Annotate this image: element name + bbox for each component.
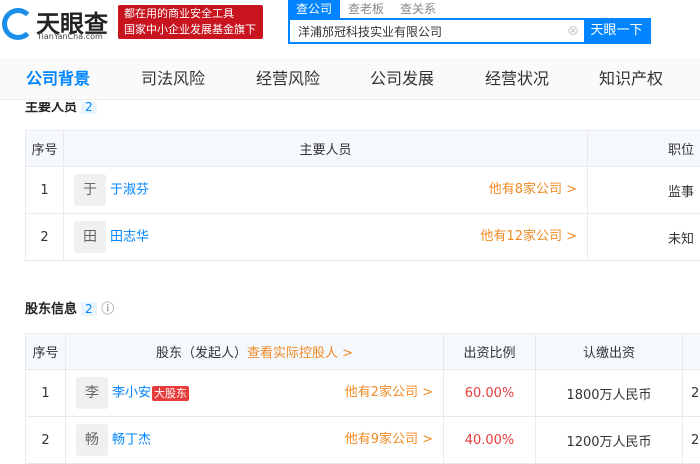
role: 未知 [588, 214, 700, 261]
row-no: 2 [26, 214, 64, 261]
actual-controller-link[interactable]: 查看实际控股人 > [247, 346, 353, 361]
col-shareholder: 股东（发起人） [156, 346, 247, 361]
more-companies-link[interactable]: 他有2家公司 > [345, 377, 433, 409]
col-no: 序号 [26, 334, 66, 370]
col-role: 职位 [588, 131, 700, 167]
table-row: 1李李小安大股东 他有2家公司 > 60.00%1800万人民币2 [26, 370, 700, 417]
ratio: 40.00% [444, 417, 536, 464]
role: 监事 [588, 167, 700, 214]
help-icon[interactable]: ⓘ [101, 302, 114, 317]
nav-operating-risk[interactable]: 经营风险 [256, 58, 320, 100]
logo-icon[interactable] [2, 8, 34, 40]
more-companies-link[interactable]: 他有12家公司 > [480, 221, 577, 253]
search-button[interactable]: 天眼一下 [584, 20, 649, 42]
search-input[interactable] [290, 20, 562, 42]
more-companies-link[interactable]: 他有9家公司 > [345, 424, 433, 456]
tab-boss[interactable]: 查老板 [340, 0, 392, 18]
nav-company-development[interactable]: 公司发展 [370, 58, 434, 100]
shareholders-title: 股东信息 2 ⓘ [25, 298, 114, 317]
amount: 1800万人民币 [536, 370, 683, 417]
person-link[interactable]: 于淑芬 [110, 183, 149, 198]
tab-relation[interactable]: 查关系 [392, 0, 444, 18]
row-no: 1 [26, 370, 66, 417]
slogan-line2: 国家中小企业发展基金旗下 [124, 22, 257, 38]
person-link[interactable]: 田志华 [110, 230, 149, 245]
shareholder-link[interactable]: 畅丁杰 [112, 433, 151, 448]
shareholder-link[interactable]: 李小安 [112, 386, 151, 401]
row-no: 1 [26, 167, 64, 214]
table-row: 2田田志华 他有12家公司 > 未知 [26, 214, 700, 261]
slogan-line1: 都在用的商业安全工具 [124, 6, 257, 22]
count-badge: 2 [81, 302, 97, 316]
row-no: 2 [26, 417, 66, 464]
nav-operating-status[interactable]: 经营状况 [485, 58, 549, 100]
col-no: 序号 [26, 131, 64, 167]
avatar: 于 [74, 174, 106, 206]
avatar: 畅 [76, 424, 108, 456]
ratio: 60.00% [444, 370, 536, 417]
nav-ip[interactable]: 知识产权 [599, 58, 663, 100]
table-row: 1于于淑芬 他有8家公司 > 监事 [26, 167, 700, 214]
main-nav: 公司背景 司法风险 经营风险 公司发展 经营状况 知识产权 [0, 58, 700, 100]
nav-legal-risk[interactable]: 司法风险 [141, 58, 205, 100]
col-person: 主要人员 [64, 131, 588, 167]
slogan-banner: 都在用的商业安全工具国家中小企业发展基金旗下 [118, 5, 263, 39]
avatar: 李 [76, 377, 108, 409]
search-box: ⊗ 天眼一下 [288, 18, 651, 44]
section-title: 股东信息 [25, 302, 77, 317]
logo-subtext: TianYanCha.com [37, 32, 103, 41]
extra: 2 [683, 417, 700, 464]
nav-company-background[interactable]: 公司背景 [26, 58, 90, 100]
personnel-table: 序号主要人员职位 1于于淑芬 他有8家公司 > 监事 2田田志华 他有12家公司 > 未… [25, 130, 700, 261]
count-badge: 2 [81, 100, 97, 114]
clear-icon[interactable]: ⊗ [562, 20, 584, 42]
extra: 2 [683, 370, 700, 417]
tab-company[interactable]: 查公司 [288, 0, 340, 18]
search-tabs: 查公司 查老板 查关系 [288, 0, 444, 18]
shareholders-table: 序号 股东（发起人）查看实际控股人 > 出资比例认缴出资 1李李小安大股东 他有2家公… [25, 333, 700, 464]
col-ratio: 出资比例 [444, 334, 536, 370]
avatar: 田 [74, 221, 106, 253]
more-companies-link[interactable]: 他有8家公司 > [489, 174, 577, 206]
amount: 1200万人民币 [536, 417, 683, 464]
major-shareholder-badge: 大股东 [152, 386, 189, 401]
col-amount: 认缴出资 [536, 334, 683, 370]
section-title: 主要人员 [25, 100, 77, 115]
table-row: 2畅畅丁杰他有9家公司 >40.00%1200万人民币2 [26, 417, 700, 464]
